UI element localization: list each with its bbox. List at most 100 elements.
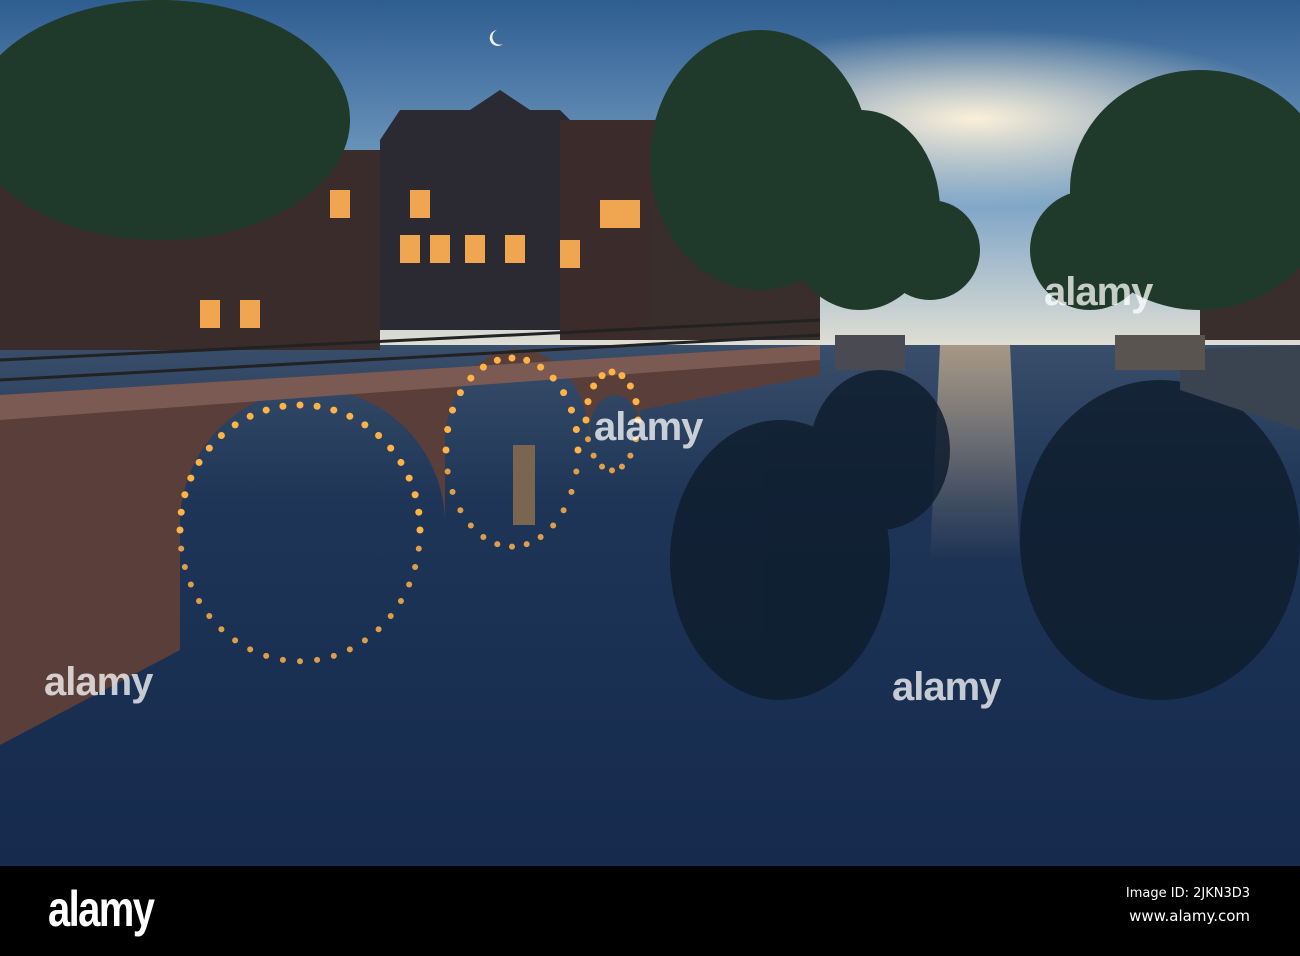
arch-light xyxy=(480,534,487,541)
arch-light xyxy=(263,652,270,659)
arch-light xyxy=(279,402,287,410)
arch-light xyxy=(537,363,545,371)
window xyxy=(330,190,350,218)
window xyxy=(400,235,420,263)
arch-light xyxy=(560,389,568,397)
arch-light xyxy=(417,527,423,533)
window xyxy=(620,200,640,228)
arch-light xyxy=(346,412,354,420)
photo: alamy alamy alamy alamy alamy Image ID: … xyxy=(0,0,1300,956)
arch-light xyxy=(346,646,353,653)
arch-light xyxy=(405,474,413,482)
arch-light xyxy=(567,406,575,414)
arch-light xyxy=(537,534,544,541)
arch-light xyxy=(560,507,567,514)
arch-light xyxy=(217,432,225,440)
arch-light xyxy=(361,637,368,644)
arch-light xyxy=(387,612,394,619)
site-url: www.alamy.com xyxy=(1129,907,1250,925)
watermark: alamy xyxy=(594,405,703,449)
arch-light xyxy=(411,491,419,499)
window xyxy=(200,300,220,328)
arch-light xyxy=(449,488,456,495)
arch-light xyxy=(387,444,395,452)
arch-light xyxy=(590,452,597,459)
arch-light xyxy=(412,563,419,570)
arch-light xyxy=(573,468,580,475)
window xyxy=(560,240,580,268)
arch-light xyxy=(181,563,188,570)
arch-light xyxy=(231,421,239,429)
arch-light xyxy=(457,507,464,514)
arch-light xyxy=(181,491,189,499)
arch-light xyxy=(313,402,321,410)
window xyxy=(410,190,430,218)
arch-light xyxy=(509,543,515,550)
window xyxy=(600,200,620,228)
watermark: alamy xyxy=(44,660,153,704)
arch-light xyxy=(177,508,185,516)
arch-light xyxy=(397,458,405,466)
arch-light xyxy=(218,626,225,633)
arch-light xyxy=(206,612,213,619)
arch-light xyxy=(247,646,254,653)
watermark: alamy xyxy=(1044,270,1153,314)
arch-light xyxy=(618,372,626,380)
arch-light xyxy=(583,417,589,423)
arch-light xyxy=(590,382,598,390)
mooring-post xyxy=(513,445,535,525)
arch-light xyxy=(262,406,270,414)
arch-light xyxy=(479,363,487,371)
arch-light xyxy=(523,356,531,364)
arch-light xyxy=(523,541,530,548)
arch-light xyxy=(375,626,382,633)
arch-light xyxy=(609,467,615,474)
arch-light xyxy=(444,468,451,475)
arch-light xyxy=(584,436,591,443)
alamy-logo: alamy xyxy=(48,881,155,937)
arch-light xyxy=(232,637,239,644)
arch-light xyxy=(456,389,464,397)
arch-light xyxy=(296,401,304,409)
arch-light xyxy=(415,508,423,516)
watermark: alamy xyxy=(892,665,1001,709)
arch-light xyxy=(618,463,625,470)
arch-light xyxy=(279,656,286,663)
arch-light xyxy=(598,372,606,380)
arch-light xyxy=(297,658,303,665)
arch-light xyxy=(467,522,474,529)
arch-light xyxy=(375,432,383,440)
image-id: Image ID: 2JKN3D3 xyxy=(1125,886,1250,901)
arch-light xyxy=(195,458,203,466)
arch-light xyxy=(494,541,501,548)
arch-light xyxy=(599,463,606,470)
arch-light xyxy=(415,545,422,552)
arch-light xyxy=(205,444,213,452)
arch-light xyxy=(550,522,557,529)
window xyxy=(505,235,525,263)
arch-light xyxy=(449,406,457,414)
arch-light xyxy=(361,421,369,429)
window xyxy=(240,300,260,328)
arch-light xyxy=(314,656,321,663)
arch-light xyxy=(443,447,449,453)
arch-light xyxy=(549,374,557,382)
arch-light xyxy=(330,652,337,659)
arch-light xyxy=(196,597,203,604)
window xyxy=(430,235,450,263)
window xyxy=(465,235,485,263)
arch-light xyxy=(187,474,195,482)
arch-light xyxy=(246,412,254,420)
arch-light xyxy=(572,426,580,434)
arch-light xyxy=(568,488,575,495)
arch-light xyxy=(575,447,581,453)
arch-light xyxy=(626,382,634,390)
arch-light xyxy=(406,581,413,588)
arch-light xyxy=(177,527,183,533)
arch-light xyxy=(330,406,338,414)
arch-light xyxy=(397,597,404,604)
arch-light xyxy=(608,368,616,376)
arch-light xyxy=(584,398,592,406)
arch-light xyxy=(187,581,194,588)
arch-light xyxy=(627,452,634,459)
